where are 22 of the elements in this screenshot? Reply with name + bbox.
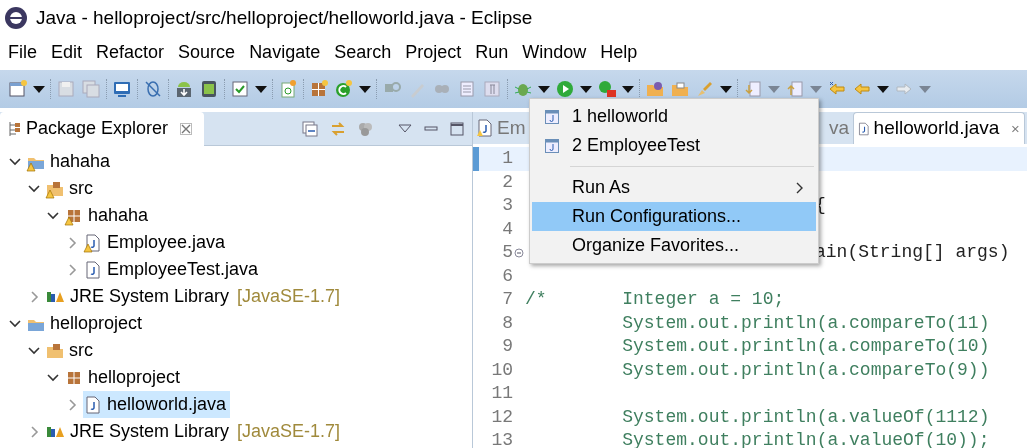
line-number: 4 bbox=[501, 217, 513, 241]
line-number: 11 bbox=[490, 382, 513, 406]
line-number: 1 bbox=[501, 147, 513, 171]
line-number: 5 bbox=[501, 241, 513, 265]
line-number: 8 bbox=[501, 311, 513, 335]
code-line: System.out.println(a.compareTo(11) bbox=[621, 311, 990, 335]
line-number: 12 bbox=[490, 405, 513, 429]
library-version: [JavaSE-1.7] bbox=[237, 285, 341, 308]
code-line: System.out.println(a.valueOf(1112) bbox=[621, 405, 990, 429]
code-line: System.out.println(a.compareTo(9)) bbox=[621, 358, 990, 382]
line-number: 3 bbox=[501, 194, 513, 218]
library-version: [JavaSE-1.7] bbox=[237, 420, 341, 443]
line-number: 7 bbox=[501, 288, 513, 312]
line-number: 2 bbox=[501, 170, 513, 194]
line-number: 9 bbox=[501, 335, 513, 359]
line-number: 13 bbox=[490, 429, 513, 448]
code-line: ain(String[] args) bbox=[815, 241, 1010, 265]
code-line: /* Integer a = 10; bbox=[525, 288, 785, 312]
window-title: Java - helloproject/src/helloproject/helloworld.java - Eclipse bbox=[36, 5, 533, 30]
code-line: System.out.println(a.compareTo(10) bbox=[621, 335, 990, 359]
line-number: 10 bbox=[490, 358, 513, 382]
line-number: 6 bbox=[501, 264, 513, 288]
